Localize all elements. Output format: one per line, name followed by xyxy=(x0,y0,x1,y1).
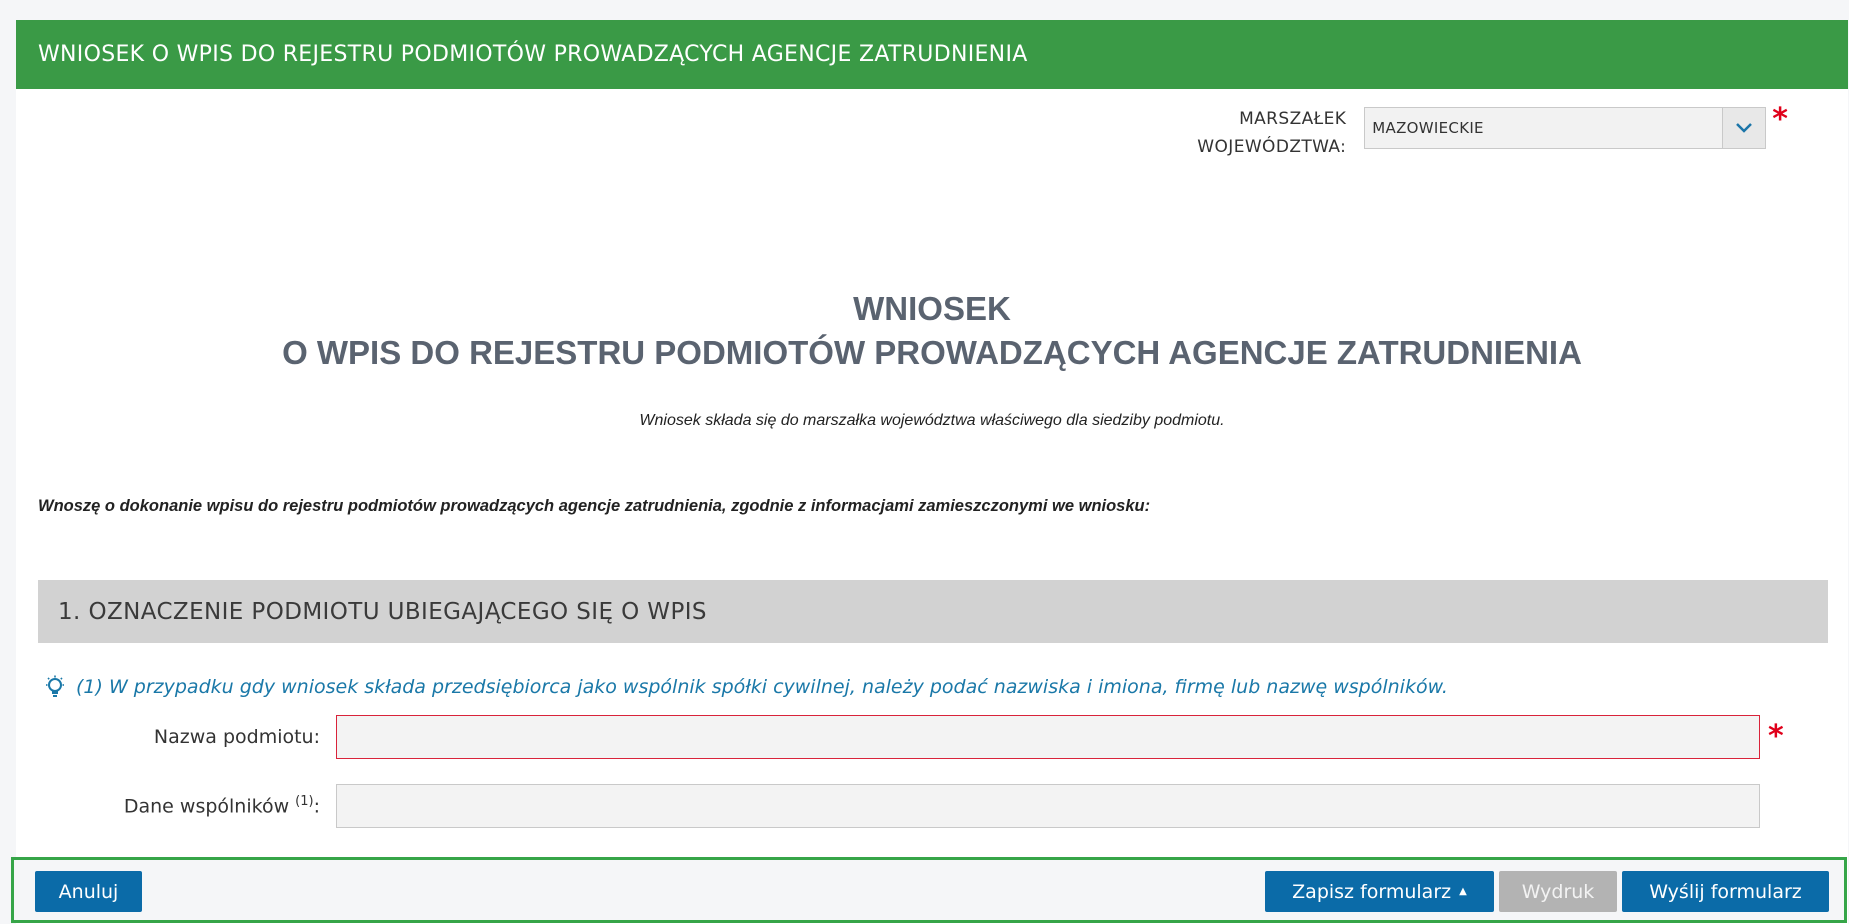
marszalek-select-value: MAZOWIECKIE xyxy=(1372,119,1484,137)
document-title-line2: O WPIS DO REJESTRU PODMIOTÓW PROWADZĄCYC… xyxy=(282,334,1582,371)
marszalek-label: MARSZAŁEK WOJEWÓDZTWA: xyxy=(1197,105,1346,161)
marszalek-label-line1: MARSZAŁEK xyxy=(1239,109,1347,129)
chevron-down-icon xyxy=(1736,123,1753,133)
lightbulb-icon xyxy=(44,675,66,699)
marszalek-label-line2: WOJEWÓDZTWA: xyxy=(1197,137,1347,157)
save-form-button[interactable]: Zapisz formularz ▲ xyxy=(1265,871,1494,912)
form-header: WNIOSEK O WPIS DO REJESTRU PODMIOTÓW PRO… xyxy=(16,20,1848,89)
required-indicator: * xyxy=(1772,102,1788,137)
cancel-button[interactable]: Anuluj xyxy=(35,871,142,912)
document-title-line1: WNIOSEK xyxy=(853,290,1011,327)
section-1-title: 1. OZNACZENIE PODMIOTU UBIEGAJĄCEGO SIĘ … xyxy=(58,598,707,625)
page-background-top xyxy=(0,0,1849,20)
caret-up-icon: ▲ xyxy=(1459,886,1467,897)
document-subtitle: Wniosek składa się do marszałka wojewódz… xyxy=(639,412,1225,429)
marszalek-select[interactable]: MAZOWIECKIE xyxy=(1364,107,1767,149)
form-page: WNIOSEK O WPIS DO REJESTRU PODMIOTÓW PRO… xyxy=(16,20,1848,924)
section-1-header: 1. OZNACZENIE PODMIOTU UBIEGAJĄCEGO SIĘ … xyxy=(38,580,1828,643)
dane-wspolnikow-label: Dane wspólników (1): xyxy=(16,794,336,817)
document-title: WNIOSEK O WPIS DO REJESTRU PODMIOTÓW PRO… xyxy=(16,287,1848,375)
nazwa-podmiotu-input[interactable] xyxy=(336,715,1760,759)
marszalek-row: MARSZAŁEK WOJEWÓDZTWA: MAZOWIECKIE * xyxy=(1197,105,1788,161)
declaration-text: Wnoszę o dokonanie wpisu do rejestru pod… xyxy=(38,497,1151,515)
dane-wspolnikow-row: Dane wspólników (1): xyxy=(16,784,1760,828)
section-1-hint: (1) W przypadku gdy wniosek składa przed… xyxy=(44,675,1448,699)
save-form-button-label: Zapisz formularz xyxy=(1292,880,1452,903)
required-indicator: * xyxy=(1768,719,1784,754)
dane-wspolnikow-label-colon: : xyxy=(313,795,320,818)
dane-wspolnikow-label-text: Dane wspólników xyxy=(123,795,290,818)
nazwa-podmiotu-label: Nazwa podmiotu: xyxy=(153,726,320,748)
section-1-hint-text: (1) W przypadku gdy wniosek składa przed… xyxy=(76,676,1448,698)
footnote-ref: (1) xyxy=(295,794,314,810)
action-bar: Anuluj Zapisz formularz ▲ Wydruk Wyślij … xyxy=(11,857,1847,923)
form-header-title: WNIOSEK O WPIS DO REJESTRU PODMIOTÓW PRO… xyxy=(38,42,1028,67)
print-button[interactable]: Wydruk xyxy=(1499,871,1617,912)
marszalek-select-toggle[interactable] xyxy=(1722,108,1766,148)
send-form-button[interactable]: Wyślij formularz xyxy=(1622,871,1829,912)
nazwa-podmiotu-row: Nazwa podmiotu: * xyxy=(16,715,1784,759)
dane-wspolnikow-input[interactable] xyxy=(336,784,1760,828)
